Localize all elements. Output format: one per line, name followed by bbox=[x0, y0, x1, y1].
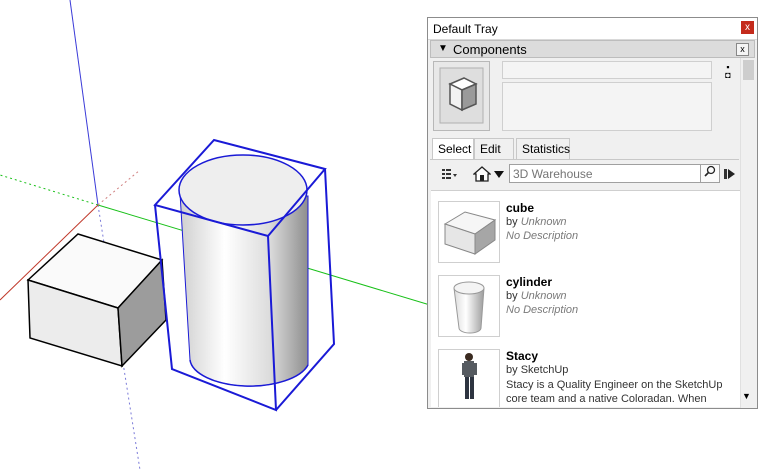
item-title[interactable]: cube bbox=[506, 201, 534, 215]
blue-axis bbox=[69, 0, 99, 206]
scrollbar-thumb[interactable] bbox=[743, 60, 754, 80]
component-name-field[interactable] bbox=[502, 61, 712, 79]
tab-divider bbox=[430, 159, 739, 160]
tray-close-icon[interactable]: x bbox=[741, 21, 754, 34]
list-item[interactable]: Stacy by SketchUp Stacy is a Quality Eng… bbox=[431, 339, 740, 407]
components-header-label: Components bbox=[453, 42, 527, 57]
search-input[interactable] bbox=[509, 164, 720, 183]
navigate-arrow-icon[interactable] bbox=[724, 168, 736, 183]
tray-title: Default Tray bbox=[433, 22, 498, 36]
default-tray-panel: Default Tray x ▼ Components x ▼ ▪ ◘ Selec… bbox=[427, 17, 758, 409]
tray-title-bar[interactable]: Default Tray x bbox=[428, 18, 757, 40]
dropdown-arrow-icon[interactable] bbox=[494, 168, 504, 182]
red-axis-dotted bbox=[97, 169, 141, 206]
item-description: No Description bbox=[506, 304, 579, 316]
details-arrow-icon[interactable]: ▪ ◘ bbox=[722, 63, 734, 80]
item-description: No Description bbox=[506, 230, 579, 242]
item-title[interactable]: Stacy bbox=[506, 349, 538, 363]
person-figure-thumbnail[interactable] bbox=[438, 349, 500, 407]
tray-scrollbar[interactable] bbox=[740, 58, 756, 408]
cylinder-model[interactable] bbox=[178, 154, 309, 387]
item-author: SketchUp bbox=[520, 364, 569, 376]
list-item[interactable]: cylinder by Unknown No Description bbox=[431, 265, 740, 337]
item-author: Unknown bbox=[520, 290, 567, 302]
view-options-icon[interactable] bbox=[442, 168, 458, 183]
component-description-field[interactable] bbox=[502, 82, 712, 131]
cylinder-thumbnail[interactable] bbox=[438, 275, 500, 337]
components-panel-header[interactable]: ▼ Components x bbox=[430, 40, 755, 58]
search-icon[interactable] bbox=[700, 165, 719, 182]
component-preview-icon[interactable] bbox=[433, 61, 490, 131]
item-author-line: by Unknown bbox=[506, 216, 567, 228]
scroll-down-arrow-icon[interactable]: ▼ bbox=[742, 391, 751, 401]
tab-statistics[interactable]: Statistics bbox=[516, 138, 570, 159]
component-results-list[interactable]: cube by Unknown No Description cylinder … bbox=[431, 190, 740, 407]
list-item[interactable]: cube by Unknown No Description bbox=[431, 191, 740, 263]
tab-select[interactable]: Select bbox=[432, 138, 474, 160]
cube-model[interactable] bbox=[26, 233, 167, 368]
tab-edit[interactable]: Edit bbox=[474, 138, 514, 159]
home-icon[interactable] bbox=[472, 166, 492, 185]
cube-thumbnail[interactable] bbox=[438, 201, 500, 263]
item-title[interactable]: cylinder bbox=[506, 275, 552, 289]
item-author-line: by Unknown bbox=[506, 290, 567, 302]
item-author: Unknown bbox=[520, 216, 567, 228]
collapse-triangle-icon[interactable]: ▼ bbox=[438, 43, 448, 54]
item-description: Stacy is a Quality Engineer on the Sketc… bbox=[506, 379, 723, 405]
green-axis-dotted bbox=[0, 174, 99, 206]
item-author-line: by SketchUp bbox=[506, 364, 569, 376]
components-close-icon[interactable]: x bbox=[736, 43, 749, 56]
